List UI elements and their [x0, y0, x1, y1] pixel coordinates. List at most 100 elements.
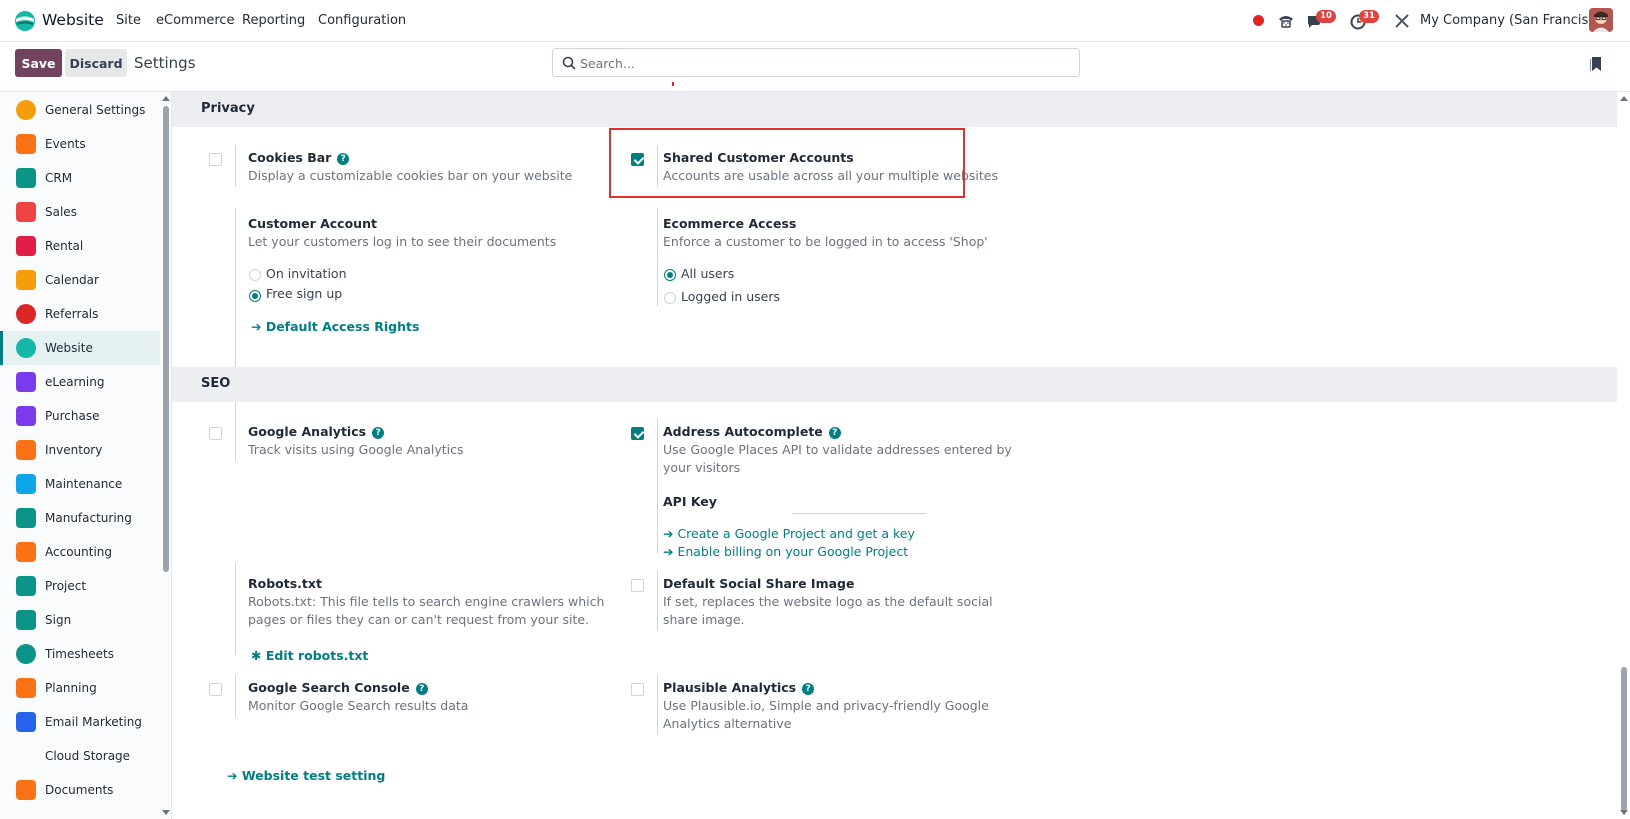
sidebar-item-manufacturing[interactable]: Manufacturing [0, 501, 160, 535]
sidebar-item-calendar[interactable]: Calendar [0, 263, 160, 297]
all-users-radio[interactable] [664, 269, 676, 281]
search-input[interactable] [580, 53, 1070, 73]
sidebar-item-inventory[interactable]: Inventory [0, 433, 160, 467]
plausible-checkbox[interactable] [631, 683, 644, 696]
on-invitation-label: On invitation [266, 266, 347, 281]
content-scroll-up-icon[interactable] [1620, 96, 1628, 101]
free-signup-label: Free sign up [266, 286, 343, 301]
sidebar-item-elearning[interactable]: eLearning [0, 365, 160, 399]
menu-ecommerce[interactable]: eCommerce [156, 13, 235, 28]
sidebar-item-label: Calendar [45, 273, 99, 287]
sidebar-item-label: Website [45, 341, 93, 355]
sidebar-item-website[interactable]: Website [0, 331, 160, 365]
save-button[interactable]: Save [15, 49, 62, 77]
settings-content: Privacy Cookies Bar? Display a customiza… [172, 92, 1630, 819]
search-console-title: Google Search Console? [248, 680, 428, 695]
user-avatar[interactable] [1589, 8, 1613, 32]
logged-in-users-radio[interactable] [664, 292, 676, 304]
menu-site[interactable]: Site [116, 13, 141, 28]
sidebar-item-crm[interactable]: CRM [0, 161, 160, 195]
calendar-icon [16, 270, 36, 290]
address-autocomplete-checkbox[interactable] [631, 427, 644, 440]
sidebar-item-cloud-storage[interactable]: Cloud Storage [0, 739, 160, 773]
bug-icon: ✱ [251, 648, 262, 663]
debug-tools-icon[interactable] [1392, 11, 1412, 31]
google-analytics-title: Google Analytics? [248, 424, 385, 439]
divider [657, 571, 658, 631]
search-console-checkbox[interactable] [209, 683, 222, 696]
sidebar-item-project[interactable]: Project [0, 569, 160, 603]
help-icon[interactable]: ? [828, 427, 841, 439]
ecommerce-access-desc: Enforce a customer to be logged in to ac… [663, 234, 988, 249]
timesheets-icon [16, 644, 36, 664]
sidebar-item-timesheets[interactable]: Timesheets [0, 637, 160, 671]
sidebar-item-maintenance[interactable]: Maintenance [0, 467, 160, 501]
website-app-icon[interactable] [14, 10, 36, 32]
sidebar-item-sales[interactable]: Sales [0, 195, 160, 229]
divider [235, 419, 236, 461]
sidebar-item-planning[interactable]: Planning [0, 671, 160, 705]
messages-badge: 10 [1316, 10, 1336, 23]
sidebar-item-email-marketing[interactable]: Email Marketing [0, 705, 160, 739]
sidebar-scrollbar[interactable] [163, 106, 169, 572]
default-access-rights-link[interactable]: ➔ Default Access Rights [251, 319, 419, 334]
divider [657, 419, 658, 553]
company-switcher[interactable]: My Company (San Francisco) [1420, 13, 1608, 28]
search-box[interactable] [552, 48, 1080, 77]
sidebar-item-label: Project [45, 579, 87, 593]
section-title: SEO [201, 376, 231, 391]
crm-icon [16, 168, 36, 188]
edit-robots-link[interactable]: ✱ Edit robots.txt [251, 648, 368, 663]
phone-icon[interactable] [1276, 11, 1296, 31]
highlight-box [609, 128, 965, 198]
create-google-project-link[interactable]: ➔ Create a Google Project and get a key [663, 526, 915, 541]
app-title[interactable]: Website [42, 11, 104, 29]
help-icon[interactable]: ? [802, 683, 815, 695]
sidebar-scroll-up-icon[interactable] [162, 96, 170, 101]
divider [235, 563, 236, 655]
sidebar-item-accounting[interactable]: Accounting [0, 535, 160, 569]
google-analytics-checkbox[interactable] [209, 427, 222, 440]
free-signup-radio[interactable] [249, 290, 261, 302]
enable-billing-link[interactable]: ➔ Enable billing on your Google Project [663, 544, 908, 559]
documents-icon [16, 780, 36, 800]
recording-indicator-icon [1253, 15, 1264, 26]
customer-account-desc: Let your customers log in to see their d… [248, 234, 557, 249]
content-scroll-down-icon[interactable] [1620, 810, 1628, 815]
sidebar-item-label: General Settings [45, 103, 146, 117]
cookies-bar-checkbox[interactable] [209, 153, 222, 166]
social-image-desc: If set, replaces the website logo as the… [663, 594, 993, 627]
sales-icon [16, 202, 36, 222]
menu-configuration[interactable]: Configuration [318, 13, 406, 28]
menu-reporting[interactable]: Reporting [242, 13, 305, 28]
help-icon[interactable]: ? [415, 683, 428, 695]
content-scrollbar[interactable] [1621, 667, 1627, 811]
address-autocomplete-title: Address Autocomplete? [663, 424, 841, 439]
social-image-checkbox[interactable] [631, 579, 644, 592]
sidebar-item-documents[interactable]: Documents [0, 773, 160, 807]
google-analytics-desc: Track visits using Google Analytics [248, 442, 464, 457]
sidebar-item-label: Referrals [45, 307, 99, 321]
robots-title: Robots.txt [248, 576, 322, 591]
help-icon[interactable]: ? [337, 153, 350, 165]
help-icon[interactable]: ? [372, 427, 385, 439]
sidebar-item-purchase[interactable]: Purchase [0, 399, 160, 433]
sidebar-item-events[interactable]: Events [0, 127, 160, 161]
general-settings-icon [16, 100, 36, 120]
sidebar-scroll-down-icon[interactable] [162, 810, 170, 815]
events-icon [16, 134, 36, 154]
sidebar-item-rental[interactable]: Rental [0, 229, 160, 263]
sidebar-item-general-settings[interactable]: General Settings [0, 93, 160, 127]
cookies-bar-title: Cookies Bar? [248, 150, 350, 165]
maintenance-icon [16, 474, 36, 494]
sidebar-item-label: Events [45, 137, 86, 151]
plausible-title: Plausible Analytics? [663, 680, 815, 695]
sidebar-item-referrals[interactable]: Referrals [0, 297, 160, 331]
website-test-setting-link[interactable]: ➔ Website test setting [227, 768, 385, 783]
sidebar-item-sign[interactable]: Sign [0, 603, 160, 637]
bookmark-icon[interactable] [1590, 56, 1604, 72]
discard-button[interactable]: Discard [65, 49, 127, 77]
api-key-input[interactable] [792, 513, 926, 514]
sidebar-item-label: Documents [45, 783, 114, 797]
on-invitation-radio[interactable] [249, 269, 261, 281]
